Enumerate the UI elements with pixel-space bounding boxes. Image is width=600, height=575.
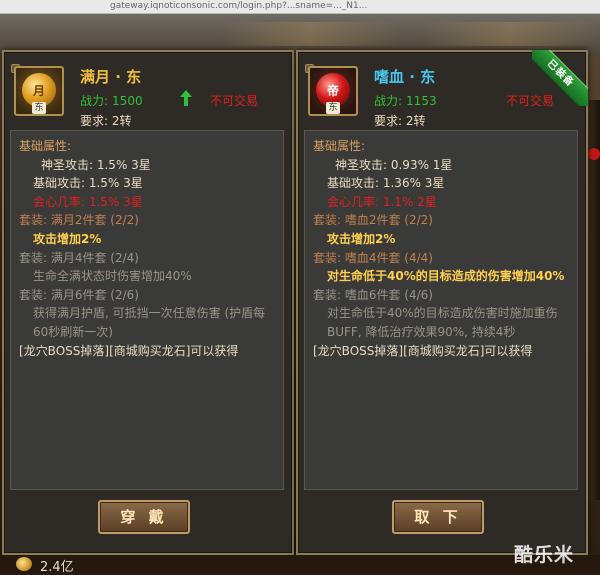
- set-2-header: 套装: 满月2件套 (2/2): [19, 213, 139, 228]
- set-6-header: 套装: 嗜血6件套 (4/6): [313, 287, 433, 302]
- item-icon: 帝 东: [308, 66, 358, 116]
- power-up-arrow-icon: [180, 90, 192, 106]
- gold-ingot-icon: [16, 557, 32, 571]
- stat-holy-attack: 神圣攻击: 0.93% 1星: [335, 157, 453, 172]
- trade-status: 不可交易: [210, 94, 259, 108]
- item-header: 帝 东 嗜血 · 东 战力: 1153 不可交易 要求: 2转: [304, 56, 580, 128]
- set-6-effect: 获得满月护盾, 可抵挡一次任意伤害 (护盾每60秒刷新一次): [33, 306, 266, 339]
- stats-box: 基础属性: 神圣攻击: 0.93% 1星 基础攻击: 1.36% 3星 会心几率…: [304, 130, 578, 490]
- requirement: 要求: 2转: [80, 114, 132, 128]
- stat-crit-rate: 会心几率: 1.1% 2星: [327, 194, 437, 209]
- set-2-effect: 攻击增加2%: [33, 231, 102, 246]
- set-4-effect: 生命全满状态时伤害增加40%: [33, 269, 192, 284]
- power-row: 战力: 1153: [374, 94, 437, 108]
- base-attr-header: 基础属性:: [19, 139, 72, 153]
- item-sub-label: 东: [326, 102, 340, 114]
- set-2-effect: 攻击增加2%: [327, 231, 396, 246]
- stat-base-attack: 基础攻击: 1.5% 3星: [33, 176, 143, 191]
- stats-box: 基础属性: 神圣攻击: 1.5% 3星 基础攻击: 1.5% 3星 会心几率: …: [10, 130, 284, 490]
- side-strip: [589, 100, 600, 500]
- item-tooltip-equipped: 已装备 帝 东 嗜血 · 东 战力: 1153 不可交易 要求: 2转 基础属性:…: [296, 50, 588, 555]
- item-tooltip-new: 月 东 满月 · 东 战力: 1500 不可交易 要求: 2转 基础属性: 神圣攻…: [2, 50, 294, 555]
- item-header: 月 东 满月 · 东 战力: 1500 不可交易 要求: 2转: [10, 56, 286, 128]
- power-value: 1500: [112, 94, 143, 108]
- browser-address-bar[interactable]: gateway.iqnoticonsonic.com/login.php?...…: [0, 0, 600, 14]
- item-icon: 月 东: [14, 66, 64, 116]
- watermark: 酷乐米: [514, 544, 575, 566]
- stat-holy-attack: 神圣攻击: 1.5% 3星: [41, 157, 151, 172]
- bottom-bar: 2.4亿: [0, 555, 600, 575]
- set-4-header: 套装: 嗜血4件套 (4/4): [313, 250, 433, 265]
- item-name: 满月 · 东: [80, 68, 142, 86]
- set-4-header: 套装: 满月4件套 (2/4): [19, 250, 139, 265]
- set-6-header: 套装: 满月6件套 (2/6): [19, 287, 139, 302]
- url-text: gateway.iqnoticonsonic.com/login.php?...…: [110, 1, 368, 11]
- equip-button[interactable]: 穿 戴: [98, 500, 190, 534]
- unequip-button[interactable]: 取 下: [392, 500, 484, 534]
- power-value: 1153: [406, 94, 437, 108]
- base-attr-header: 基础属性:: [313, 139, 366, 153]
- item-name: 嗜血 · 东: [374, 68, 436, 86]
- stat-crit-rate: 会心几率: 1.5% 3星: [33, 194, 143, 209]
- item-source: [龙穴BOSS掉落][商城购买龙石]可以获得: [313, 343, 533, 358]
- set-2-header: 套装: 嗜血2件套 (2/2): [313, 213, 433, 228]
- requirement: 要求: 2转: [374, 114, 426, 128]
- item-sub-label: 东: [32, 102, 46, 114]
- set-4-effect: 对生命低于40%的目标造成的伤害增加40%: [327, 269, 565, 284]
- stat-base-attack: 基础攻击: 1.36% 3星: [327, 176, 445, 191]
- trade-status: 不可交易: [506, 94, 555, 108]
- side-indicator-icon[interactable]: [588, 148, 600, 160]
- item-source: [龙穴BOSS掉落][商城购买龙石]可以获得: [19, 343, 239, 358]
- power-row: 战力: 1500: [80, 94, 143, 108]
- set-6-effect: 对生命低于40%的目标造成伤害时施加重伤BUFF, 降低治疗效果90%, 持续4…: [327, 306, 558, 339]
- currency-amount: 2.4亿: [40, 560, 74, 575]
